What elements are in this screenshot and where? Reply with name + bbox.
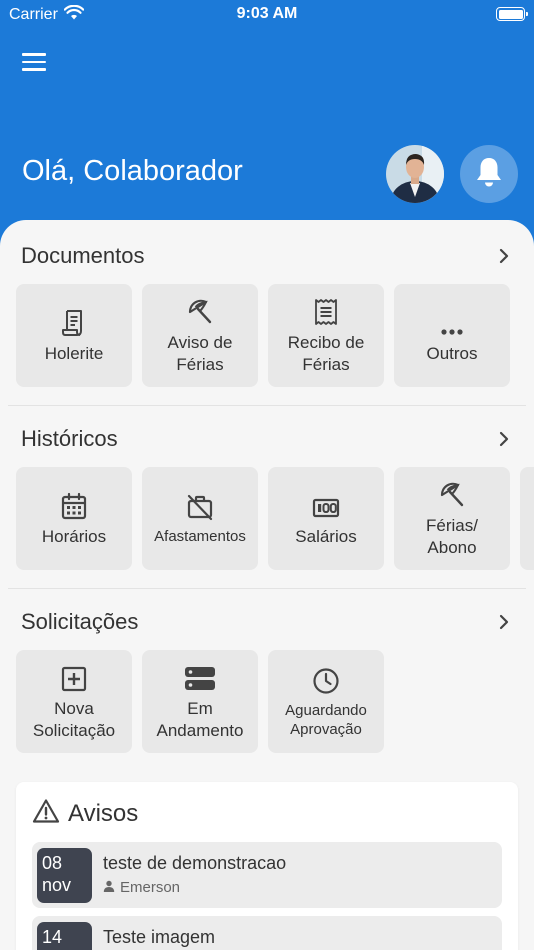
aviso-day: 08: [42, 853, 63, 873]
bell-icon: [475, 156, 503, 193]
briefcase-off-icon: [186, 491, 214, 521]
tile-salarios[interactable]: Salários: [268, 467, 384, 570]
plus-square-icon: [61, 662, 87, 692]
aviso-date: 14: [37, 922, 92, 950]
clock-icon: [312, 665, 340, 695]
documentos-tiles: Holerite Aviso de Férias Recibo de Féria…: [16, 284, 510, 387]
beach-umbrella-icon: [186, 296, 214, 326]
chevron-right-icon[interactable]: [494, 246, 514, 266]
receipt-icon: [61, 307, 87, 337]
beach-umbrella-icon: [438, 479, 466, 509]
aviso-date: 08 nov: [37, 848, 92, 903]
aviso-author: Emerson: [103, 879, 180, 896]
tile-label: Aguardando Aprovação: [285, 701, 367, 738]
divider: [8, 588, 526, 589]
tile-aguardando-aprovacao[interactable]: Aguardando Aprovação: [268, 650, 384, 753]
tile-horarios[interactable]: Horários: [16, 467, 132, 570]
greeting-title: Olá, Colaborador: [22, 155, 243, 187]
chevron-right-icon[interactable]: [494, 612, 514, 632]
tile-label: Recibo de Férias: [287, 332, 365, 374]
tile-label: Nova Solicitação: [32, 698, 116, 740]
section-title-historicos: Históricos: [21, 426, 118, 451]
tile-recibo-de-ferias[interactable]: Recibo de Férias: [268, 284, 384, 387]
calendar-icon: [61, 490, 87, 520]
chevron-right-icon[interactable]: [494, 429, 514, 449]
avisos-header: Avisos: [32, 798, 138, 829]
tile-label: Aviso de Férias: [167, 332, 233, 374]
tile-label: Salários: [295, 526, 357, 546]
tile-em-andamento[interactable]: Em Andamento: [142, 650, 258, 753]
tile-aviso-de-ferias[interactable]: Aviso de Férias: [142, 284, 258, 387]
avatar[interactable]: [386, 145, 444, 203]
section-header-documentos[interactable]: Documentos: [21, 241, 514, 271]
aviso-author-name: Emerson: [120, 879, 181, 896]
aviso-item[interactable]: 08 nov teste de demonstracao Emerson: [32, 842, 502, 908]
tile-label: Em Andamento: [156, 698, 244, 740]
historicos-tiles: Horários Afastamentos Salários Férias/ A…: [16, 467, 534, 570]
tile-holerite[interactable]: Holerite: [16, 284, 132, 387]
aviso-title: teste de demonstracao: [103, 853, 287, 873]
aviso-day: 14: [42, 927, 63, 947]
tile-label: Horários: [41, 526, 107, 546]
tile-label: Férias/ Abono: [426, 515, 478, 557]
section-header-solicitacoes[interactable]: Solicitações: [21, 607, 514, 637]
warning-icon: [32, 798, 60, 829]
money-icon: [312, 490, 340, 520]
more-dots-icon: [439, 307, 465, 337]
divider: [8, 405, 526, 406]
status-time: 9:03 AM: [236, 5, 298, 22]
section-title-documentos: Documentos: [21, 243, 145, 268]
tile-nova-solicitacao[interactable]: Nova Solicitação: [16, 650, 132, 753]
avisos-card: Avisos 08 nov teste de demonstracao Emer…: [16, 782, 518, 950]
tile-outros[interactable]: Outros: [394, 284, 510, 387]
tile-label: Afastamentos: [154, 528, 246, 545]
aviso-title: Teste imagem: [103, 927, 216, 947]
tile-partial-offscreen[interactable]: [520, 467, 534, 570]
tile-label: Holerite: [44, 343, 104, 363]
aviso-item[interactable]: 14 Teste imagem: [32, 916, 502, 950]
status-bar: Carrier 9:03 AM: [0, 0, 534, 28]
solicitacoes-tiles: Nova Solicitação Em Andamento Aguardando…: [16, 650, 384, 753]
avisos-title: Avisos: [68, 799, 139, 827]
tile-afastamentos[interactable]: Afastamentos: [142, 467, 258, 570]
tile-label: Outros: [426, 343, 478, 363]
aviso-month: nov: [42, 875, 72, 895]
section-title-solicitacoes: Solicitações: [21, 609, 139, 634]
notifications-button[interactable]: [460, 145, 518, 203]
document-list-icon: [313, 296, 339, 326]
battery-icon: [496, 7, 528, 21]
person-icon: [103, 879, 115, 896]
server-icon: [184, 662, 216, 692]
tile-ferias-abono[interactable]: Férias/ Abono: [394, 467, 510, 570]
hamburger-menu-button[interactable]: [22, 50, 50, 74]
main-content: Documentos Holerite Aviso de Férias Reci…: [0, 220, 534, 950]
section-header-historicos[interactable]: Históricos: [21, 424, 514, 454]
